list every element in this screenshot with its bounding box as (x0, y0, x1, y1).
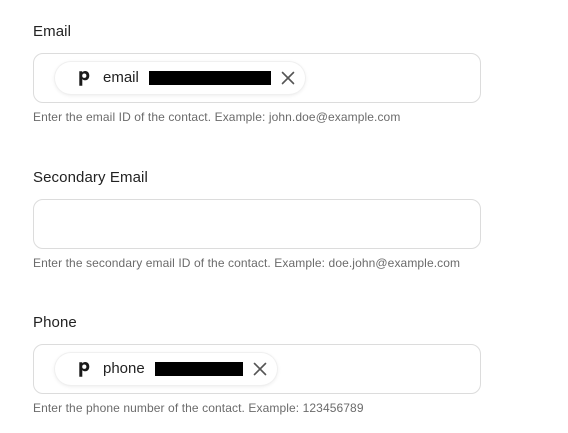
redacted-block (154, 362, 243, 376)
email-chip-label: email (103, 69, 139, 86)
phone-chip-label: phone (103, 360, 145, 377)
secondary-email-field[interactable] (33, 199, 481, 249)
pipedrive-p-icon (77, 68, 91, 88)
email-field[interactable]: email (33, 53, 481, 103)
phone-field[interactable]: phone (33, 344, 481, 394)
close-icon[interactable] (279, 69, 297, 87)
phone-variable-chip[interactable]: phone (55, 353, 277, 385)
secondary-email-helper-text: Enter the secondary email ID of the cont… (33, 256, 461, 270)
close-icon[interactable] (251, 360, 269, 378)
secondary-email-label: Secondary Email (33, 169, 148, 186)
redacted-block (148, 71, 271, 85)
email-helper-text: Enter the email ID of the contact. Examp… (33, 110, 401, 124)
phone-label: Phone (33, 314, 77, 331)
phone-helper-text: Enter the phone number of the contact. E… (33, 401, 364, 415)
pipedrive-p-icon (77, 359, 91, 379)
email-label: Email (33, 23, 72, 40)
email-variable-chip[interactable]: email (55, 62, 305, 94)
